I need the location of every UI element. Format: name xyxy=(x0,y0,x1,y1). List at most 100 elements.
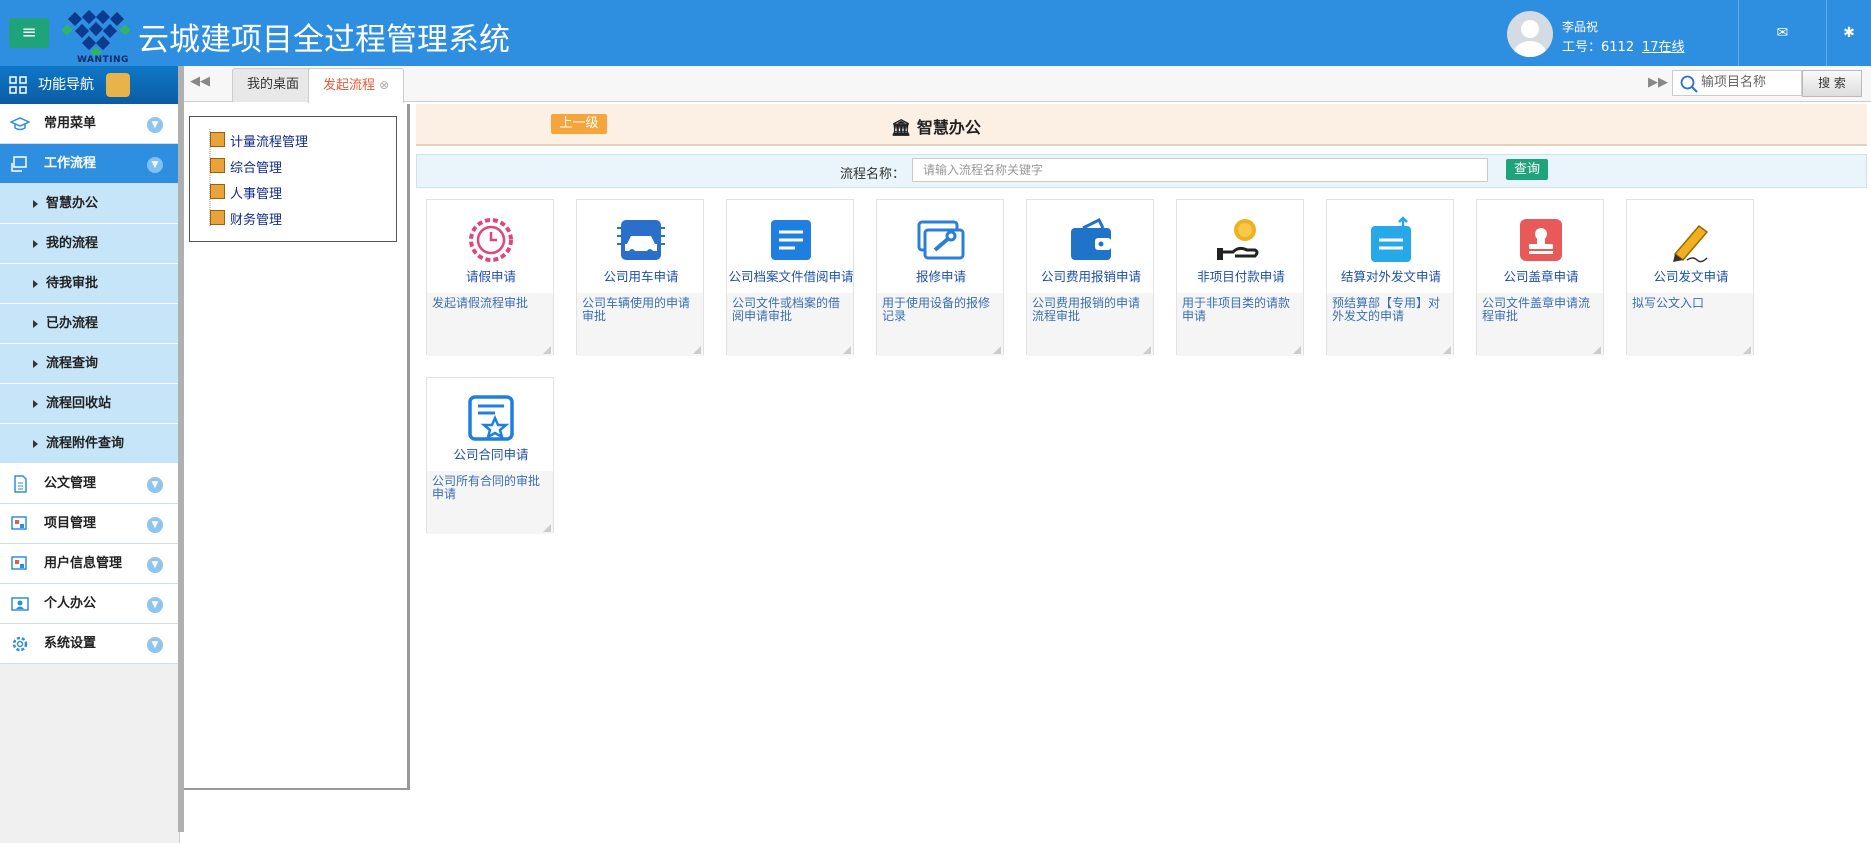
wallet-icon xyxy=(1071,217,1111,260)
sidebar-item-smart-office[interactable]: 智慧办公 xyxy=(0,184,179,224)
sidebar-section-user-info[interactable]: 用户信息管理 ▼ xyxy=(0,544,179,584)
tab-scroll-right-icon[interactable]: ▶▶ xyxy=(1648,75,1668,90)
chevron-down-icon: ▼ xyxy=(147,597,163,613)
breadcrumb-bar xyxy=(416,104,1867,146)
card-desc: 用于非项目类的请款申请 xyxy=(1177,293,1303,356)
user-info-icon xyxy=(11,556,27,570)
card-repair[interactable]: 报修申请 用于使用设备的报修记录 xyxy=(876,199,1004,356)
card-desc: 公司车辆使用的申请审批 xyxy=(577,293,703,356)
sidebar-section-personal[interactable]: 个人办公 ▼ xyxy=(0,584,179,624)
contract-star-icon xyxy=(468,395,514,441)
nav-header: 功能导航 xyxy=(0,66,179,104)
nav-title: 功能导航 xyxy=(38,77,94,93)
card-archive[interactable]: 公司档案文件借阅申请 公司文件或档案的借阅申请审批 xyxy=(726,199,854,356)
tree-item-general[interactable]: 综合管理 xyxy=(210,157,283,176)
close-icon[interactable]: ⊗ xyxy=(379,78,389,92)
nav-badge-icon[interactable] xyxy=(106,73,130,97)
sidebar-section-projects[interactable]: 项目管理 ▼ xyxy=(0,504,179,544)
card-title: 非项目付款申请 xyxy=(1197,269,1285,284)
card-settlement[interactable]: 结算对外发文申请 预结算部【专用】对外发文的申请 xyxy=(1326,199,1454,356)
tree-item-label: 综合管理 xyxy=(230,161,283,176)
tab-my-desktop[interactable]: 我的桌面 xyxy=(232,68,315,102)
mail-button[interactable]: ✉ xyxy=(1738,0,1826,66)
sidebar-item-flow-recycle[interactable]: 流程回收站 xyxy=(0,384,179,424)
tab-start-flow[interactable]: 发起流程 ⊗ xyxy=(308,68,405,103)
tab-label: 我的桌面 xyxy=(247,77,300,92)
chevron-down-icon: ▼ xyxy=(147,117,163,133)
sidebar-item-done-flows[interactable]: 已办流程 xyxy=(0,304,179,344)
card-title: 公司费用报销申请 xyxy=(1040,269,1141,284)
tree-item-label: 计量流程管理 xyxy=(230,135,309,150)
folder-icon xyxy=(210,184,225,199)
card-stamp[interactable]: 公司盖章申请 公司文件盖章申请流程审批 xyxy=(1476,199,1604,356)
personal-icon xyxy=(11,597,29,611)
graduation-cap-icon xyxy=(10,117,30,131)
car-chip-icon xyxy=(617,220,665,260)
mail-icon: ✉ xyxy=(1776,25,1789,41)
chevron-down-icon: ▼ xyxy=(147,477,163,493)
sidebar-item-attachment-query[interactable]: 流程附件查询 xyxy=(0,424,179,464)
sidebar-section-label: 项目管理 xyxy=(44,516,97,531)
tree-item-hr[interactable]: 人事管理 xyxy=(210,183,283,202)
card-title: 公司用车申请 xyxy=(603,269,679,284)
sidebar-section-label: 用户信息管理 xyxy=(44,556,123,571)
sidebar-section-settings[interactable]: 系统设置 ▼ xyxy=(0,624,179,664)
sidebar-item-pending-approval[interactable]: 待我审批 xyxy=(0,264,179,304)
gear-icon xyxy=(12,636,28,652)
card-desc: 公司文件盖章申请流程审批 xyxy=(1477,293,1603,356)
tree-item-finance[interactable]: 财务管理 xyxy=(210,209,283,228)
app-title: 云城建项目全过程管理系统 xyxy=(138,22,510,58)
sidebar-item-flow-query[interactable]: 流程查询 xyxy=(0,344,179,384)
flow-name-input[interactable]: 请输入流程名称关键字 xyxy=(912,158,1488,182)
online-count-link[interactable]: 17在线 xyxy=(1642,36,1685,55)
wrench-icon xyxy=(917,220,965,260)
user-avatar[interactable] xyxy=(1507,11,1553,57)
card-payment[interactable]: 非项目付款申请 用于非项目类的请款申请 xyxy=(1176,199,1304,356)
card-desc: 发起请假流程审批 xyxy=(427,293,553,356)
sidebar-section-workflow[interactable]: 工作流程 ▼ xyxy=(0,144,179,184)
tree-item-metering[interactable]: 计量流程管理 xyxy=(210,131,309,150)
page-title-text: 智慧办公 xyxy=(916,118,981,137)
folder-icon xyxy=(210,132,225,147)
settings-button[interactable]: ✱ xyxy=(1826,0,1871,66)
sidebar-section-common-menu[interactable]: 常用菜单 ▼ xyxy=(0,104,179,144)
stamp-icon xyxy=(1520,219,1562,261)
sidebar-section-label: 工作流程 xyxy=(44,156,97,171)
clock-gear-icon xyxy=(469,218,513,262)
tree-item-label: 财务管理 xyxy=(230,213,283,228)
card-desc: 公司文件或档案的借阅申请审批 xyxy=(727,293,853,356)
up-level-button[interactable]: 上一级 xyxy=(551,114,607,134)
tree-item-label: 人事管理 xyxy=(230,187,283,202)
card-desc: 公司费用报销的申请流程审批 xyxy=(1027,293,1153,356)
sidebar-item-my-flows[interactable]: 我的流程 xyxy=(0,224,179,264)
card-title: 请假申请 xyxy=(465,269,516,284)
chevron-down-icon: ▼ xyxy=(147,557,163,573)
project-icon xyxy=(11,516,27,530)
card-contract[interactable]: 公司合同申请 公司所有合同的审批申请 xyxy=(426,377,554,534)
sidebar-section-documents[interactable]: 公文管理 ▼ xyxy=(0,464,179,504)
folder-icon xyxy=(210,210,225,225)
folder-icon xyxy=(210,158,225,173)
document-lines-icon xyxy=(771,220,811,260)
card-car[interactable]: 公司用车申请 公司车辆使用的申请审批 xyxy=(576,199,704,356)
user-id: 工号：6112 xyxy=(1562,40,1635,55)
card-dispatch[interactable]: 公司发文申请 拟写公文入口 xyxy=(1626,199,1754,356)
card-title: 结算对外发文申请 xyxy=(1340,269,1441,284)
tab-label: 发起流程 xyxy=(323,78,376,93)
card-desc: 公司所有合同的审批申请 xyxy=(427,471,553,534)
category-tree: 计量流程管理 综合管理 人事管理 财务管理 xyxy=(189,116,397,242)
card-leave[interactable]: 请假申请 发起请假流程审批 xyxy=(426,199,554,356)
card-title: 报修申请 xyxy=(915,269,966,284)
card-expense[interactable]: 公司费用报销申请 公司费用报销的申请流程审批 xyxy=(1026,199,1154,356)
chevron-down-icon: ▼ xyxy=(147,637,163,653)
card-desc: 拟写公文入口 xyxy=(1627,293,1753,356)
card-title: 公司档案文件借阅申请 xyxy=(728,269,854,284)
grid-icon xyxy=(9,76,27,94)
card-desc: 预结算部【专用】对外发文的申请 xyxy=(1327,293,1453,356)
menu-toggle-button[interactable]: ≡ xyxy=(9,18,49,48)
search-button[interactable]: 搜 索 xyxy=(1802,70,1862,97)
page-title: 🏛 智慧办公 xyxy=(891,114,981,138)
query-button[interactable]: 查询 xyxy=(1506,159,1548,180)
tab-bar: ◀◀ 我的桌面 发起流程 ⊗ ▶▶ xyxy=(184,66,1871,103)
tab-scroll-left-icon[interactable]: ◀◀ xyxy=(190,74,210,89)
